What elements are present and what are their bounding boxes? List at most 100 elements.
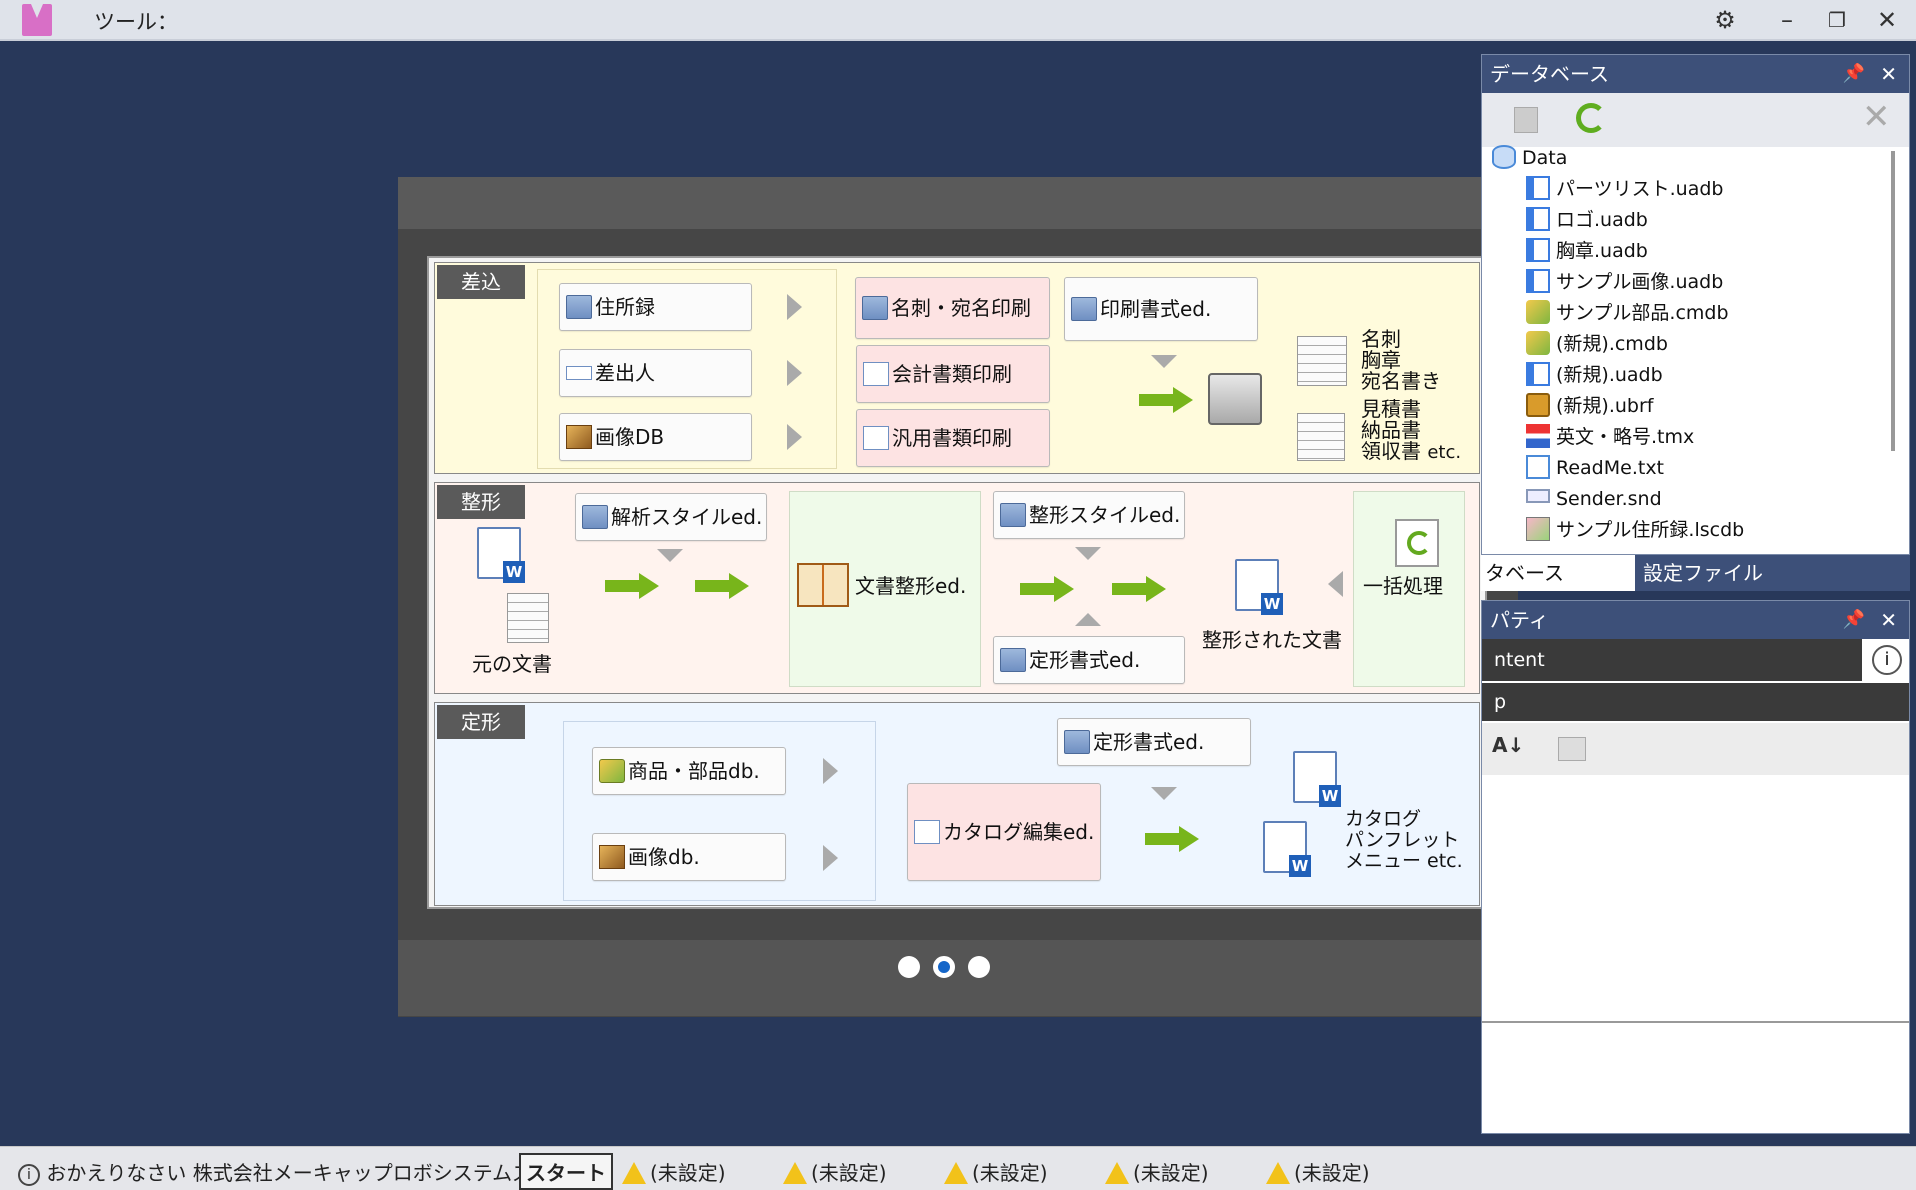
general-print-label: 汎用書類印刷 <box>892 426 1012 450</box>
green-arrow-icon <box>695 573 749 599</box>
tree-item[interactable]: Sender.snd <box>1526 484 1662 515</box>
uadb-icon <box>1526 175 1550 200</box>
fixed-format-editor2-button[interactable]: 定形書式ed. <box>1057 718 1251 766</box>
tree-root-data[interactable]: Data <box>1492 143 1567 174</box>
property-pages-icon[interactable] <box>1558 737 1586 761</box>
image-db2-button[interactable]: 画像db. <box>592 833 786 881</box>
sort-az-icon[interactable]: A↓ <box>1492 733 1524 757</box>
arrow-up-icon <box>1075 613 1101 626</box>
catalog-word-doc-icon: W <box>1293 751 1341 807</box>
property-sub-field[interactable]: p <box>1482 683 1909 721</box>
tree-item[interactable]: ロゴ.uadb <box>1526 205 1648 236</box>
green-arrow-icon <box>1112 576 1166 602</box>
format-style-icon <box>1000 502 1026 527</box>
slide-dot-2[interactable] <box>933 956 955 978</box>
unset-status[interactable]: (未設定) <box>622 1157 726 1186</box>
tree-item-label: サンプル画像.uadb <box>1556 271 1724 293</box>
tree-item[interactable]: (新規).uadb <box>1526 360 1663 391</box>
merge-band-tag: 差込 <box>437 265 525 299</box>
image-db-button[interactable]: 画像DB <box>559 413 752 461</box>
arrow-down-icon <box>657 549 683 562</box>
database-tabs: タベース 設定ファイル <box>1481 555 1910 591</box>
tree-item[interactable]: サンプル住所録.lscdb <box>1526 515 1744 546</box>
tree-item-label: Sender.snd <box>1556 488 1662 510</box>
format-style-editor-button[interactable]: 整形スタイルed. <box>993 491 1185 539</box>
restore-button[interactable]: ❐ <box>1815 2 1859 38</box>
product-db-button[interactable]: 商品・部品db. <box>592 747 786 795</box>
unset-status[interactable]: (未設定) <box>944 1157 1048 1186</box>
catalog-output-label: カタログ パンフレット メニュー etc. <box>1345 809 1463 872</box>
tree-item-label: 胸章.uadb <box>1556 240 1648 262</box>
start-button[interactable]: スタート <box>519 1153 613 1190</box>
property-panel-title-text: パティ <box>1490 608 1549 632</box>
output-line-pamphlet: パンフレット <box>1345 829 1460 851</box>
app-logo-icon <box>22 4 52 36</box>
catalog-editor-button[interactable]: カタログ編集ed. <box>907 783 1101 881</box>
unset-status[interactable]: (未設定) <box>783 1157 887 1186</box>
property-content-field[interactable]: ntent <box>1482 639 1862 681</box>
refresh-icon[interactable] <box>1576 103 1606 133</box>
minimize-button[interactable]: – <box>1765 2 1809 38</box>
tree-item[interactable]: 英文・略号.tmx <box>1526 422 1694 453</box>
tree-item[interactable]: サンプル画像.uadb <box>1526 267 1723 298</box>
image-db-icon <box>566 424 592 449</box>
slide-dot-1[interactable] <box>898 956 920 978</box>
output-receipt-text: 領収書 <box>1361 439 1421 463</box>
tree-item[interactable]: (新規).cmdb <box>1526 329 1668 360</box>
snd-icon <box>1526 488 1550 503</box>
pin-icon[interactable]: 📌 <box>1843 601 1865 639</box>
tab-database[interactable]: タベース <box>1481 555 1635 591</box>
green-arrow-icon <box>1020 576 1074 602</box>
slide-dot-3[interactable] <box>968 956 990 978</box>
output-line-quote: 見積書 <box>1361 397 1421 421</box>
property-toolbar: A↓ <box>1482 723 1909 775</box>
new-file-icon[interactable] <box>1514 107 1538 133</box>
close-icon[interactable]: ✕ <box>1880 55 1897 93</box>
product-db-icon <box>599 758 625 783</box>
batch-process-label[interactable]: 一括処理 <box>1363 575 1443 597</box>
close-button[interactable]: ✕ <box>1865 2 1909 38</box>
tab-settings-file[interactable]: 設定ファイル <box>1643 555 1763 591</box>
business-card-icon <box>862 295 888 320</box>
tree-item-label: パーツリスト.uadb <box>1556 178 1724 200</box>
unset-status[interactable]: (未設定) <box>1266 1157 1370 1186</box>
uadb-icon <box>1526 361 1550 386</box>
info-icon[interactable]: i <box>1872 645 1902 675</box>
tree-item[interactable]: ReadMe.txt <box>1526 453 1664 484</box>
parse-style-editor-button[interactable]: 解析スタイルed. <box>575 493 767 541</box>
tools-menu[interactable]: ツール： <box>94 6 178 36</box>
fixed-format-editor-label: 定形書式ed. <box>1029 648 1141 672</box>
delete-icon[interactable]: ✕ <box>1862 97 1891 137</box>
sender-button[interactable]: 差出人 <box>559 349 752 397</box>
address-book-button[interactable]: 住所録 <box>559 283 752 331</box>
doc-format-editor-label[interactable]: 文書整形ed. <box>855 575 966 597</box>
tree-item[interactable]: 胸章.uadb <box>1526 236 1648 267</box>
fixed-format-editor-button[interactable]: 定形書式ed. <box>993 636 1185 684</box>
print-format-editor-button[interactable]: 印刷書式ed. <box>1064 277 1258 341</box>
tree-item-label: (新規).uadb <box>1556 364 1663 386</box>
business-card-print-button[interactable]: 名刺・宛名印刷 <box>855 277 1050 339</box>
invoice-output-icon <box>1297 413 1345 461</box>
green-arrow-icon <box>1139 387 1193 413</box>
format-band: 整形 W 元の文書 解析スタイルed. 文書整形ed. 整形スタイルed. 定形… <box>434 482 1480 694</box>
tree-item-label: ReadMe.txt <box>1556 457 1665 479</box>
unset-status[interactable]: (未設定) <box>1105 1157 1209 1186</box>
general-print-button[interactable]: 汎用書類印刷 <box>856 409 1050 467</box>
close-icon[interactable]: ✕ <box>1880 601 1897 639</box>
arrow-down-icon <box>1151 355 1177 368</box>
output-etc-text: etc. <box>1427 442 1462 463</box>
general-doc-icon <box>863 425 889 450</box>
tree-item[interactable]: (新規).ubrf <box>1526 391 1653 422</box>
accounting-print-button[interactable]: 会計書類印刷 <box>856 345 1050 403</box>
database-scrollbar[interactable] <box>1891 151 1895 451</box>
property-description-divider <box>1482 1021 1909 1023</box>
unset-label: (未設定) <box>1294 1161 1370 1185</box>
tree-item-label: (新規).cmdb <box>1556 333 1668 355</box>
tree-item[interactable]: パーツリスト.uadb <box>1526 174 1723 205</box>
parse-style-editor-label: 解析スタイルed. <box>611 505 763 529</box>
pin-icon[interactable]: 📌 <box>1843 55 1865 93</box>
card-output-label: 名刺 胸章 宛名書き <box>1361 329 1441 392</box>
settings-gear-icon[interactable]: ⚙ <box>1703 2 1747 38</box>
lscdb-icon <box>1526 516 1550 541</box>
tree-item[interactable]: サンプル部品.cmdb <box>1526 298 1729 329</box>
